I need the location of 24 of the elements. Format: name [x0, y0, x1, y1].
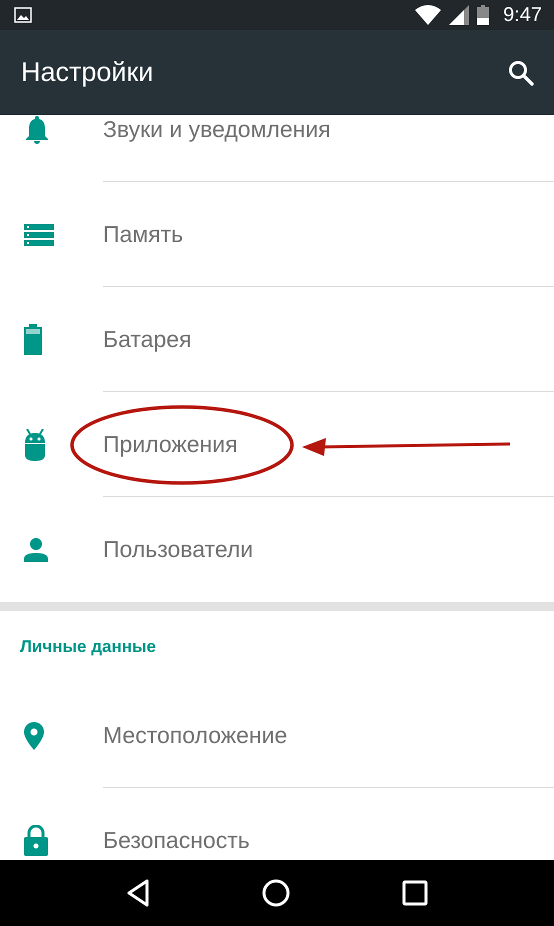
image-icon	[14, 7, 32, 23]
back-icon[interactable]	[126, 879, 150, 907]
settings-item[interactable]: Память	[103, 220, 184, 248]
clock-time: 9:47	[503, 4, 542, 26]
settings-item[interactable]: Пользователи	[103, 536, 254, 563]
person-icon	[24, 538, 48, 562]
search-icon[interactable]	[508, 60, 534, 86]
location-pin-icon	[24, 722, 44, 750]
battery-icon	[24, 324, 42, 355]
signal-icon	[449, 5, 470, 25]
settings-item[interactable]: Местоположение	[103, 722, 288, 748]
section-header: Личные данные	[19, 636, 157, 658]
storage-icon	[24, 224, 54, 246]
settings-item[interactable]: Звуки и уведомления	[103, 116, 331, 142]
settings-item[interactable]: Безопасность	[103, 827, 250, 854]
android-icon	[24, 428, 46, 460]
bell-icon	[24, 116, 50, 144]
battery-icon	[477, 5, 490, 25]
lock-icon	[24, 825, 48, 856]
app-bar-title: Настройки	[21, 57, 154, 88]
home-icon[interactable]	[262, 879, 290, 907]
wifi-icon	[415, 5, 442, 25]
settings-item[interactable]: Батарея	[103, 326, 192, 352]
recent-apps-icon[interactable]	[402, 880, 428, 906]
